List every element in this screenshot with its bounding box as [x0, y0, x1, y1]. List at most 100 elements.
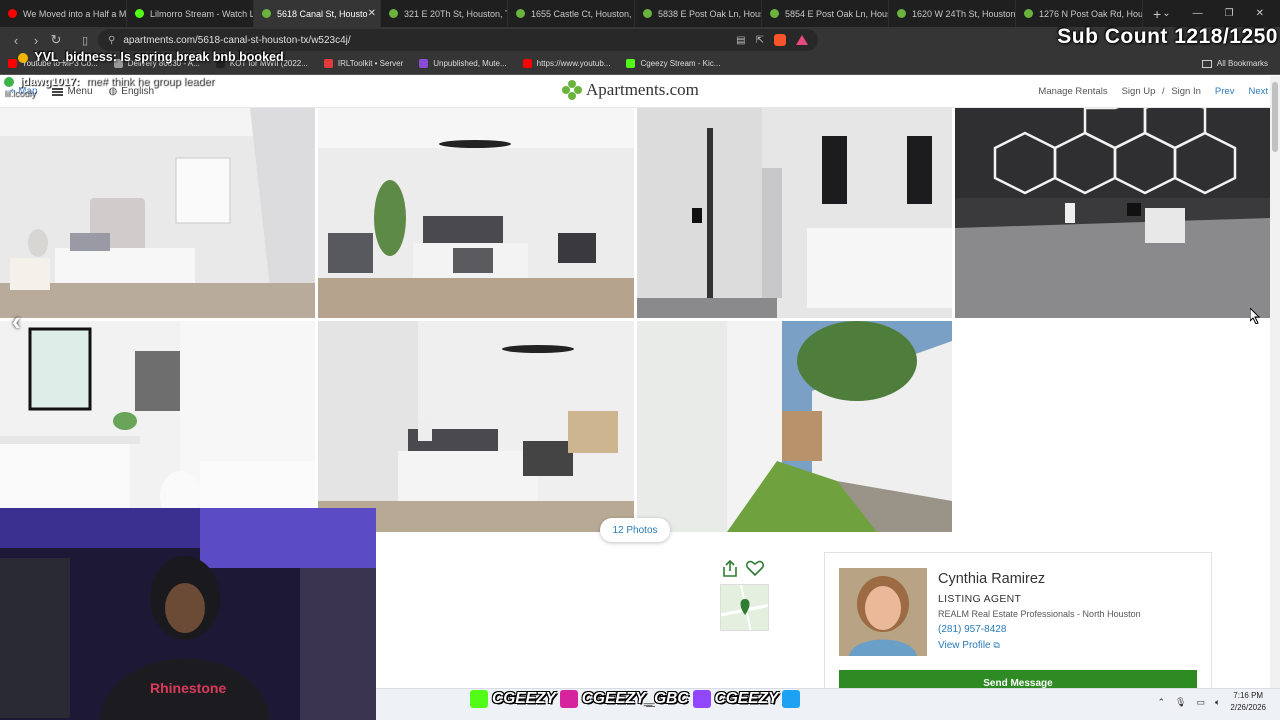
photo-bedroom-3[interactable] — [318, 321, 634, 532]
bathroom-photo-image — [0, 321, 315, 532]
view-profile-link[interactable]: View Profile ⧉ — [938, 640, 1000, 651]
map-thumbnail-image — [721, 585, 768, 630]
microphone-icon[interactable]: 🎙︎ — [1175, 697, 1186, 708]
bookmark-item[interactable]: IRLToolkit • Server — [323, 59, 404, 68]
brave-shield-icon[interactable] — [774, 34, 786, 46]
agent-phone-link[interactable]: (281) 957-8428 — [938, 624, 1006, 635]
photo-bathroom-shower[interactable] — [637, 108, 952, 318]
sign-up-link[interactable]: Sign Up — [1122, 86, 1156, 97]
scrollbar-thumb[interactable] — [1272, 82, 1278, 152]
bookmark-label: https://www.youtub... — [536, 59, 611, 68]
bedroom-photo-image — [318, 321, 634, 532]
volume-icon[interactable]: 🔈︎ — [1215, 697, 1220, 708]
share-icon[interactable] — [722, 560, 738, 578]
browser-tab[interactable]: 5618 Canal St, Housto ✕ — [254, 0, 381, 27]
chevron-up-icon[interactable]: ⌃ — [1158, 697, 1166, 708]
agent-avatar[interactable] — [839, 568, 927, 656]
browser-tab[interactable]: 5854 E Post Oak Ln, Houst — [762, 0, 889, 27]
address-bar[interactable]: ▯ ⚲ apartments.com/5618-canal-st-houston… — [82, 29, 818, 51]
chat-message-1: YVL_bidness: Is spring break bnb booked — [18, 50, 284, 64]
bedroom-photo-image — [318, 108, 634, 318]
next-listing-link[interactable]: Next — [1248, 86, 1268, 97]
site-info-icon[interactable]: ⚲ — [108, 35, 115, 46]
browser-tab-bar: We Moved into a Half a M Lilmorro Stream … — [0, 0, 1280, 27]
back-arrow-icon[interactable]: ‹ — [6, 33, 26, 48]
all-bookmarks-button[interactable]: All Bookmarks — [1201, 59, 1268, 68]
prev-listing-link[interactable]: Prev — [1215, 86, 1235, 97]
tab-favicon-icon — [135, 9, 144, 18]
page-scrollbar[interactable] — [1270, 76, 1280, 688]
close-tab-icon[interactable]: ✕ — [368, 8, 376, 19]
reload-icon[interactable]: ↻ — [46, 32, 66, 48]
bathroom-photo-image — [637, 108, 952, 318]
browser-tab[interactable]: 1655 Castle Ct, Houston, T — [508, 0, 635, 27]
bookmark-icon[interactable]: ▯ — [82, 34, 88, 47]
bookmark-label: IRLToolkit • Server — [337, 59, 404, 68]
logo-mark-icon — [562, 80, 582, 100]
browser-tab[interactable]: 5838 E Post Oak Ln, Houst — [635, 0, 762, 27]
gallery-prev-arrow[interactable]: ‹ — [12, 306, 21, 337]
bookmark-item[interactable]: Unpublished, Mute... — [419, 59, 507, 68]
side-yard-photo-image — [637, 321, 952, 532]
browser-tab[interactable]: 321 E 20Th St, Houston, TX — [381, 0, 508, 27]
bookmark-item[interactable]: Cgeezy Stream - Kic... — [626, 59, 720, 68]
tab-favicon-icon — [262, 9, 271, 18]
photo-bathroom-tub[interactable] — [0, 321, 315, 532]
browser-tab[interactable]: We Moved into a Half a M — [0, 0, 127, 27]
restore-icon[interactable]: ❐ — [1225, 8, 1234, 19]
window-controls: ⌄ — ❐ ✕ — [1162, 8, 1280, 19]
streamer-webcam: Rhinestone — [0, 508, 376, 720]
manage-rentals-link[interactable]: Manage Rentals — [1038, 86, 1107, 97]
favorite-heart-icon[interactable] — [746, 560, 764, 576]
agent-role: LISTING AGENT — [938, 593, 1022, 605]
social-handle: CGEEZY — [714, 690, 779, 707]
photo-bedroom-1[interactable] — [0, 108, 315, 318]
browser-tab[interactable]: 1620 W 24Th St, Houston — [889, 0, 1016, 27]
new-tab-button[interactable]: + — [1153, 6, 1161, 22]
photo-garage-hex-lights[interactable] — [955, 108, 1270, 318]
mouse-cursor-icon — [1250, 308, 1260, 324]
stream-social-handles: CGEEZY CGEEZY_GBC CGEEZY — [470, 690, 801, 708]
social-platform-icon — [470, 690, 488, 708]
photo-bedroom-2[interactable] — [318, 108, 634, 318]
webcam-feed-image: Rhinestone — [0, 508, 376, 720]
close-window-icon[interactable]: ✕ — [1256, 8, 1264, 19]
reader-icon[interactable]: ▤ — [736, 35, 745, 46]
tab-title: 1620 W 24Th St, Houston — [912, 8, 1016, 19]
tab-favicon-icon — [897, 9, 906, 18]
photo-side-yard[interactable] — [637, 321, 952, 532]
bookmark-favicon-icon — [323, 59, 333, 68]
share-page-icon[interactable]: ⇱ — [756, 35, 764, 46]
bedroom-photo-image — [0, 108, 315, 318]
tab-title: Lilmorro Stream - Watch L — [150, 8, 254, 19]
url-text: apartments.com/5618-canal-st-houston-tx/… — [123, 34, 351, 46]
tab-favicon-icon — [8, 9, 17, 18]
display-icon[interactable]: ▭ — [1196, 697, 1205, 708]
tab-favicon-icon — [389, 9, 398, 18]
taskbar-clock[interactable]: 7:16 PM 2/26/2026 — [1230, 690, 1266, 714]
bookmark-favicon-icon — [626, 59, 636, 68]
chat-badge-icon — [4, 77, 14, 88]
browser-tab[interactable]: Lilmorro Stream - Watch L — [127, 0, 254, 27]
screen: We Moved into a Half a M Lilmorro Stream … — [0, 0, 1280, 720]
folder-icon — [1201, 59, 1212, 68]
auth-separator: / — [1162, 86, 1165, 97]
social-platform-icon — [692, 690, 711, 708]
photo-count-button[interactable]: 12 Photos — [600, 518, 670, 542]
chevron-down-icon[interactable]: ⌄ — [1162, 8, 1170, 19]
bookmark-item[interactable]: https://www.youtub... — [522, 59, 611, 68]
sign-in-link[interactable]: Sign In — [1171, 86, 1201, 97]
all-bookmarks-label: All Bookmarks — [1216, 59, 1268, 68]
agent-company: REALM Real Estate Professionals - North … — [938, 609, 1141, 619]
minimize-icon[interactable]: — — [1193, 8, 1203, 19]
apartments-logo[interactable]: Apartments.com — [562, 80, 699, 100]
tab-title: We Moved into a Half a M — [23, 8, 127, 19]
brave-rewards-icon[interactable] — [796, 35, 808, 45]
bookmark-label: Cgeezy Stream - Kic... — [640, 59, 721, 68]
chat-message-2: jdawg1017: me# think he group leader lil… — [4, 76, 214, 98]
chat-text-2: me# think he group leader — [86, 76, 215, 88]
forward-arrow-icon[interactable]: › — [26, 33, 46, 48]
location-minimap[interactable] — [720, 584, 769, 631]
tab-favicon-icon — [1024, 9, 1033, 18]
browser-tab[interactable]: 1276 N Post Oak Rd, Hous — [1016, 0, 1143, 27]
